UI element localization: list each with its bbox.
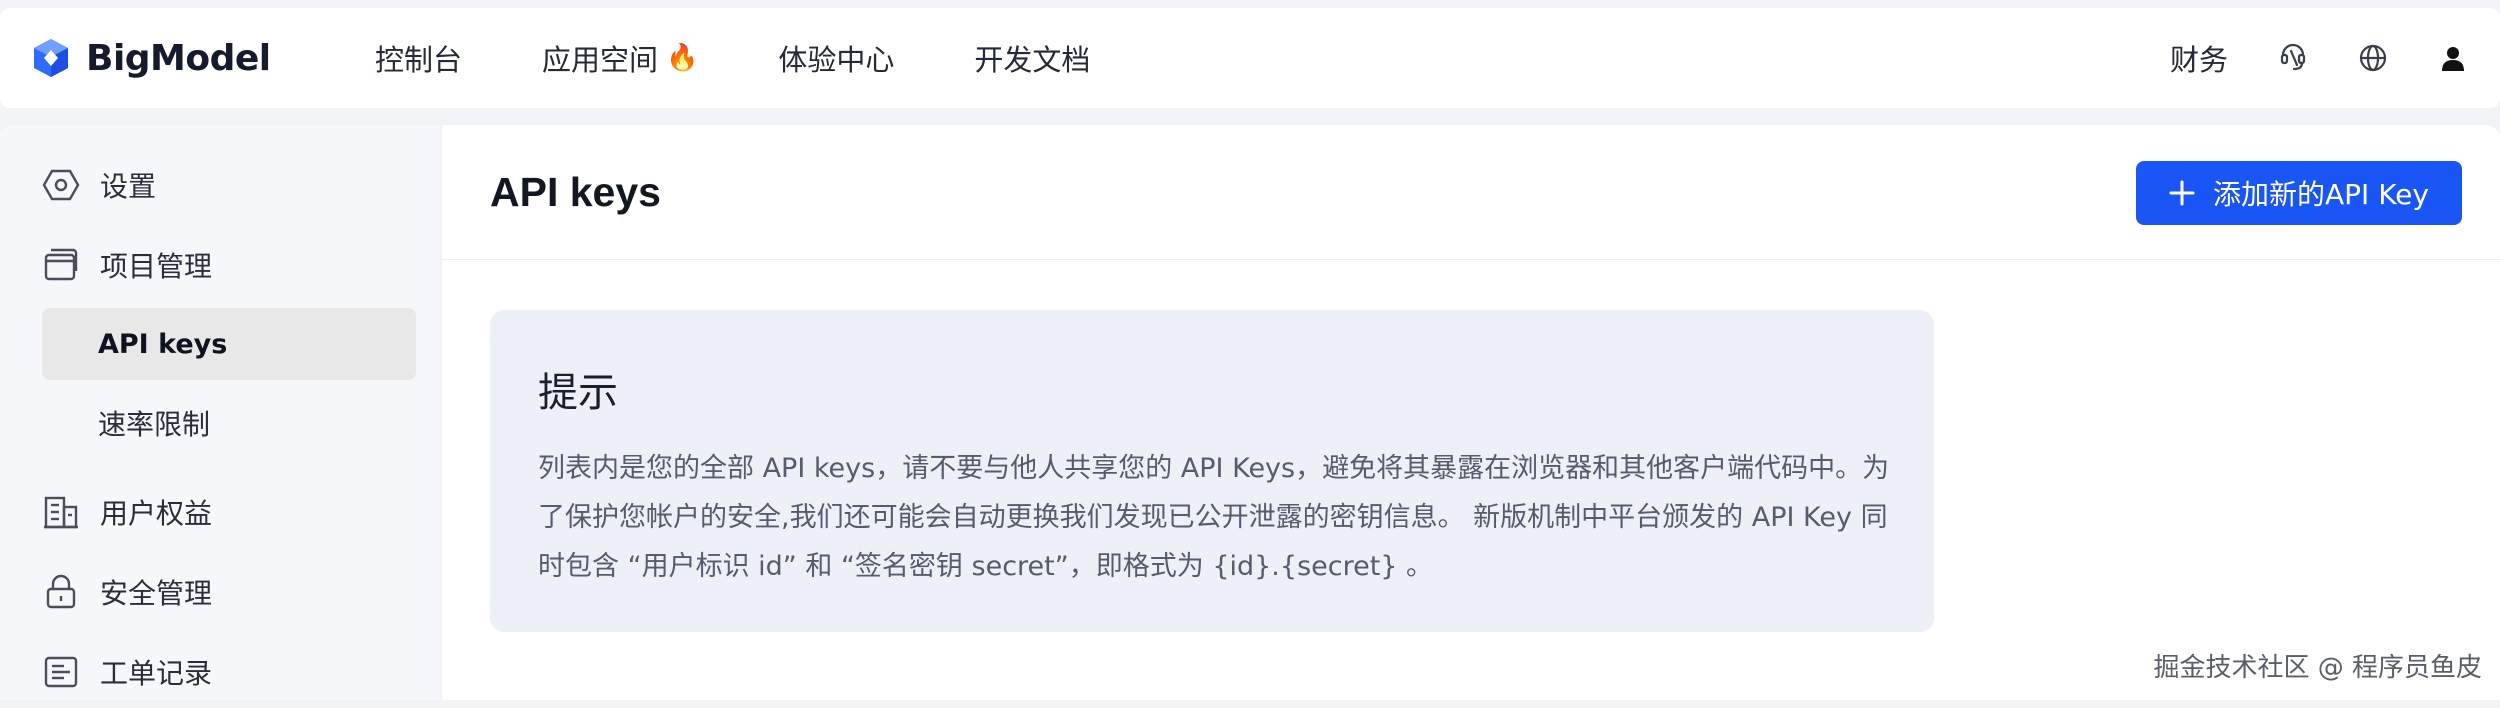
main-panel: API keys 添加新的API Key 提示 列表内是您的全部 API key…	[442, 125, 2500, 700]
bigmodel-logo-icon	[30, 37, 72, 79]
nav-item-label: 开发文档	[974, 37, 1090, 79]
add-api-key-label: 添加新的API Key	[2213, 173, 2429, 213]
sidebar-item-label: 用户权益	[100, 492, 212, 532]
user-icon[interactable]	[2436, 41, 2470, 75]
nav-item-app-space[interactable]: 应用空间 🔥	[542, 8, 698, 108]
nav-item-experience-center[interactable]: 体验中心	[778, 8, 894, 108]
ticket-list-icon	[42, 653, 80, 691]
plus-icon	[2169, 180, 2195, 206]
building-icon	[42, 493, 80, 531]
brand-name: BigModel	[86, 38, 271, 79]
nav-item-label: 控制台	[375, 37, 462, 79]
nav-item-console[interactable]: 控制台	[375, 8, 462, 108]
sidebar-item-settings[interactable]: 设置	[42, 149, 416, 221]
page-title: API keys	[490, 169, 661, 216]
tip-title: 提示	[538, 360, 1886, 418]
sidebar: 设置 项目管理 API keys 速率限制 用户权益	[0, 125, 440, 700]
nav-item-label: 应用空间	[542, 37, 658, 79]
watermark: 掘金技术社区 @ 程序员鱼皮	[2153, 647, 2482, 684]
sidebar-item-user-benefits[interactable]: 用户权益	[42, 476, 416, 548]
sidebar-item-security[interactable]: 安全管理	[42, 556, 416, 628]
sidebar-item-label: API keys	[98, 329, 227, 360]
add-api-key-button[interactable]: 添加新的API Key	[2136, 161, 2462, 225]
sidebar-item-label: 设置	[100, 165, 156, 205]
top-navigation-bar: BigModel 控制台 应用空间 🔥 体验中心 开发文档 财务	[0, 8, 2500, 108]
sidebar-item-label: 安全管理	[100, 572, 212, 612]
lock-icon	[42, 573, 80, 611]
sidebar-item-tickets[interactable]: 工单记录	[42, 636, 416, 708]
sidebar-item-rate-limit[interactable]: 速率限制	[42, 387, 416, 459]
sidebar-item-api-keys[interactable]: API keys	[42, 308, 416, 380]
window-stack-icon	[42, 246, 80, 284]
nav-item-label: 体验中心	[778, 37, 894, 79]
top-right-actions: 财务	[2170, 8, 2500, 108]
brand-logo-link[interactable]: BigModel	[30, 8, 340, 108]
nav-item-dev-docs[interactable]: 开发文档	[974, 8, 1090, 108]
tip-body: 列表内是您的全部 API keys，请不要与他人共享您的 API Keys，避免…	[538, 444, 1898, 591]
finance-link[interactable]: 财务	[2170, 37, 2228, 79]
sidebar-item-label: 工单记录	[100, 652, 212, 692]
globe-icon[interactable]	[2356, 41, 2390, 75]
hexagon-settings-icon	[42, 166, 80, 204]
fire-icon: 🔥	[666, 43, 698, 73]
page-header: API keys 添加新的API Key	[442, 125, 2500, 260]
sidebar-item-project-management[interactable]: 项目管理	[42, 229, 416, 301]
main-nav: 控制台 应用空间 🔥 体验中心 开发文档	[375, 8, 1170, 108]
sidebar-item-label: 项目管理	[100, 245, 212, 285]
support-icon[interactable]	[2276, 41, 2310, 75]
tip-card: 提示 列表内是您的全部 API keys，请不要与他人共享您的 API Keys…	[490, 310, 1934, 632]
sidebar-item-label: 速率限制	[98, 403, 210, 443]
